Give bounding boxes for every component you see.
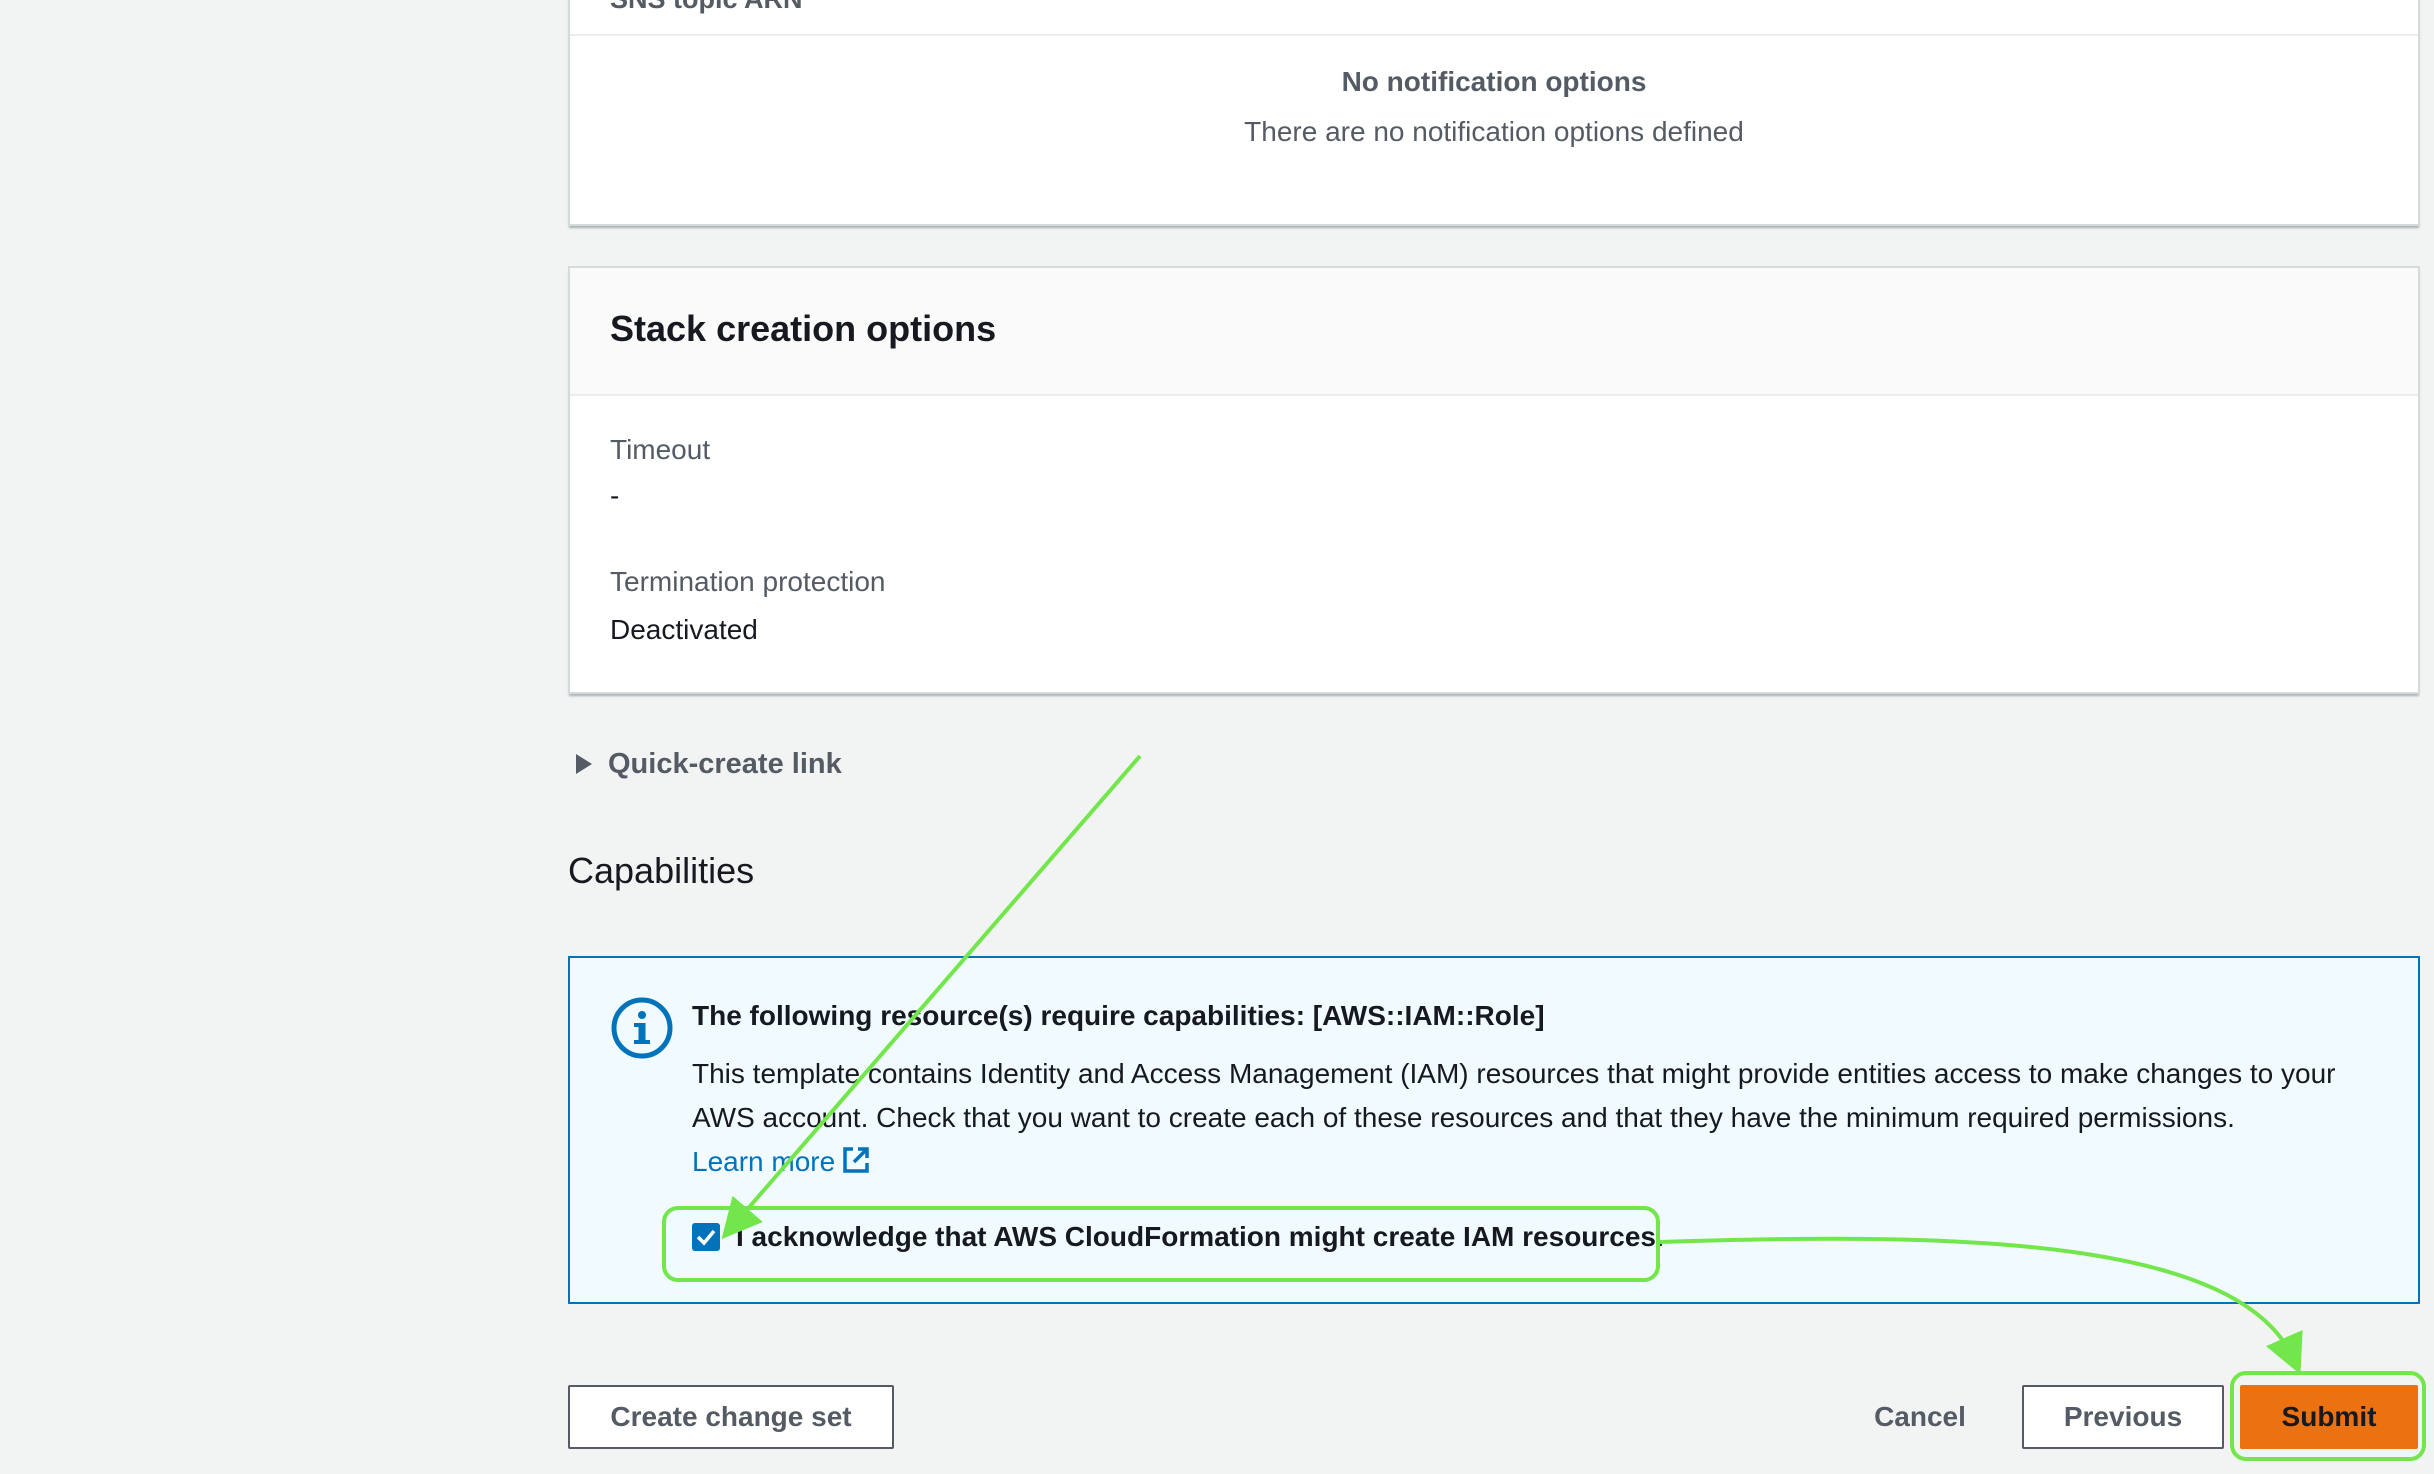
capabilities-heading: Capabilities bbox=[568, 850, 755, 891]
termination-protection-label: Termination protection bbox=[610, 566, 886, 597]
capabilities-alert-text: This template contains Identity and Acce… bbox=[692, 1058, 2336, 1133]
notification-options-panel: SNS topic ARN No notification options Th… bbox=[568, 0, 2420, 226]
learn-more-link[interactable]: Learn more bbox=[692, 1146, 871, 1177]
external-link-icon bbox=[843, 1147, 869, 1173]
submit-button[interactable]: Submit bbox=[2240, 1385, 2418, 1449]
quick-create-link-expander[interactable]: Quick-create link bbox=[576, 744, 842, 784]
stack-creation-options-title: Stack creation options bbox=[610, 308, 997, 349]
quick-create-link-label: Quick-create link bbox=[608, 747, 842, 780]
capabilities-info-alert: The following resource(s) require capabi… bbox=[568, 956, 2420, 1304]
timeout-label: Timeout bbox=[610, 434, 711, 465]
header-divider bbox=[570, 34, 2418, 36]
cancel-button[interactable]: Cancel bbox=[1850, 1385, 1990, 1449]
learn-more-label: Learn more bbox=[692, 1146, 836, 1177]
capabilities-alert-body: This template contains Identity and Acce… bbox=[692, 1052, 2392, 1184]
sns-topic-arn-header: SNS topic ARN bbox=[610, 0, 803, 15]
capabilities-alert-title: The following resource(s) require capabi… bbox=[692, 1000, 1545, 1031]
stack-creation-options-header: Stack creation options bbox=[570, 268, 2418, 396]
acknowledge-iam-checkbox[interactable] bbox=[692, 1223, 720, 1251]
caret-right-icon bbox=[576, 754, 592, 774]
create-change-set-button[interactable]: Create change set bbox=[568, 1385, 894, 1449]
acknowledge-iam-checkbox-row[interactable]: I acknowledge that AWS CloudFormation mi… bbox=[692, 1221, 1664, 1253]
previous-button[interactable]: Previous bbox=[2022, 1385, 2224, 1449]
no-notification-options-description: There are no notification options define… bbox=[1244, 116, 1744, 147]
timeout-value: - bbox=[610, 480, 620, 511]
no-notification-options-title: No notification options bbox=[1341, 66, 1647, 97]
stack-creation-options-panel: Stack creation options Timeout - Termina… bbox=[568, 266, 2420, 694]
termination-protection-value: Deactivated bbox=[610, 614, 758, 645]
info-circle-icon bbox=[611, 997, 673, 1059]
checkmark-icon bbox=[696, 1229, 716, 1246]
acknowledge-iam-label[interactable]: I acknowledge that AWS CloudFormation mi… bbox=[736, 1221, 1664, 1253]
